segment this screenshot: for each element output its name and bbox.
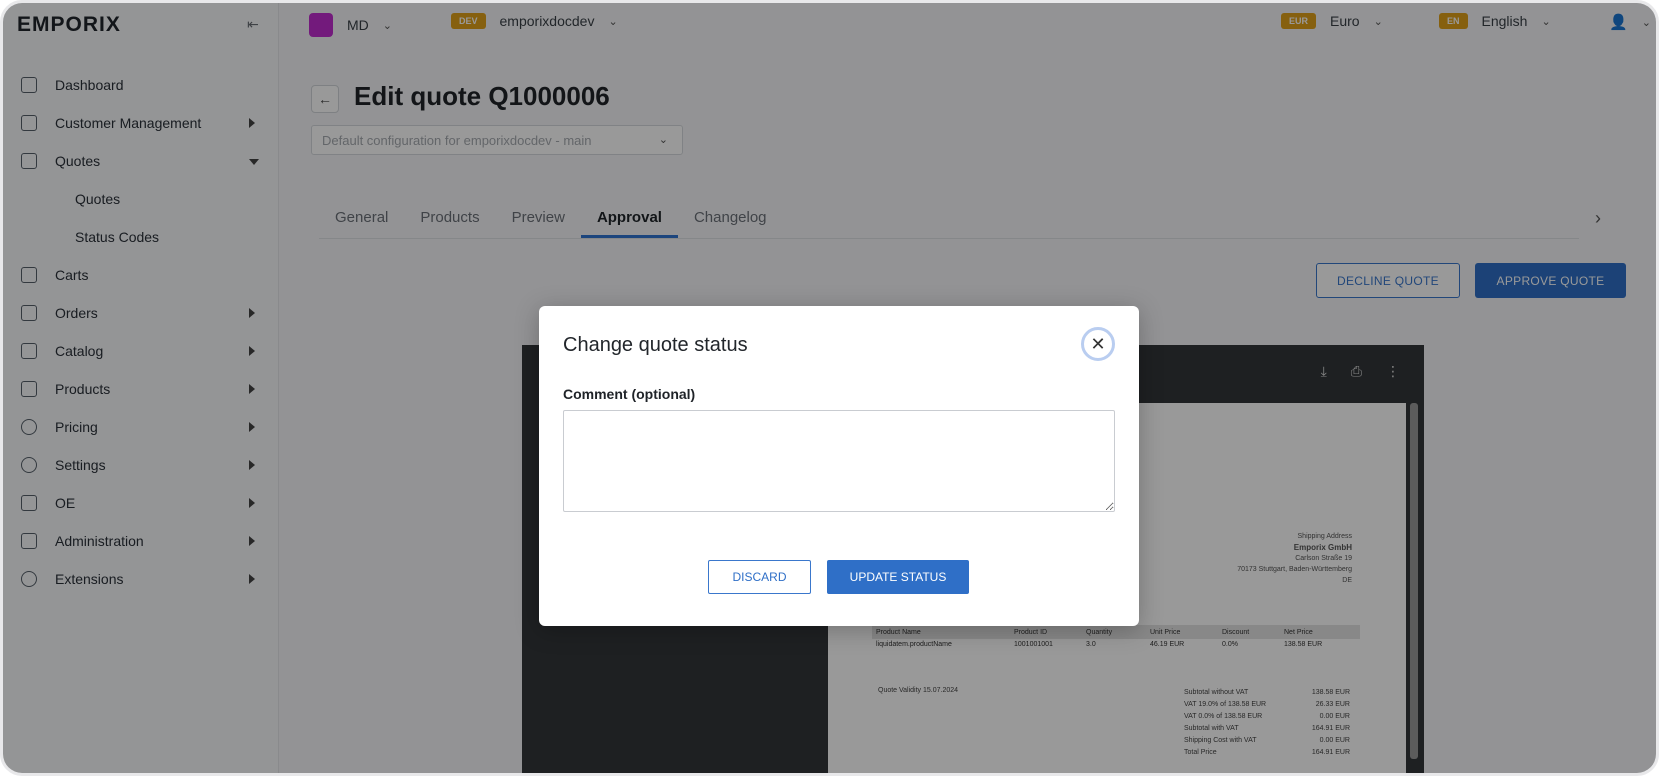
comment-textarea[interactable] — [563, 410, 1115, 512]
close-icon: ✕ — [1090, 333, 1106, 354]
close-button[interactable]: ✕ — [1081, 327, 1115, 361]
dialog-title: Change quote status — [563, 334, 748, 356]
change-status-dialog: Change quote status ✕ Comment (optional)… — [539, 306, 1139, 626]
app-frame: EMPORIX ⇤ Dashboard Customer Management … — [0, 0, 1659, 776]
discard-button[interactable]: DISCARD — [708, 560, 811, 594]
update-status-button[interactable]: UPDATE STATUS — [827, 560, 969, 594]
comment-label: Comment (optional) — [563, 386, 696, 402]
